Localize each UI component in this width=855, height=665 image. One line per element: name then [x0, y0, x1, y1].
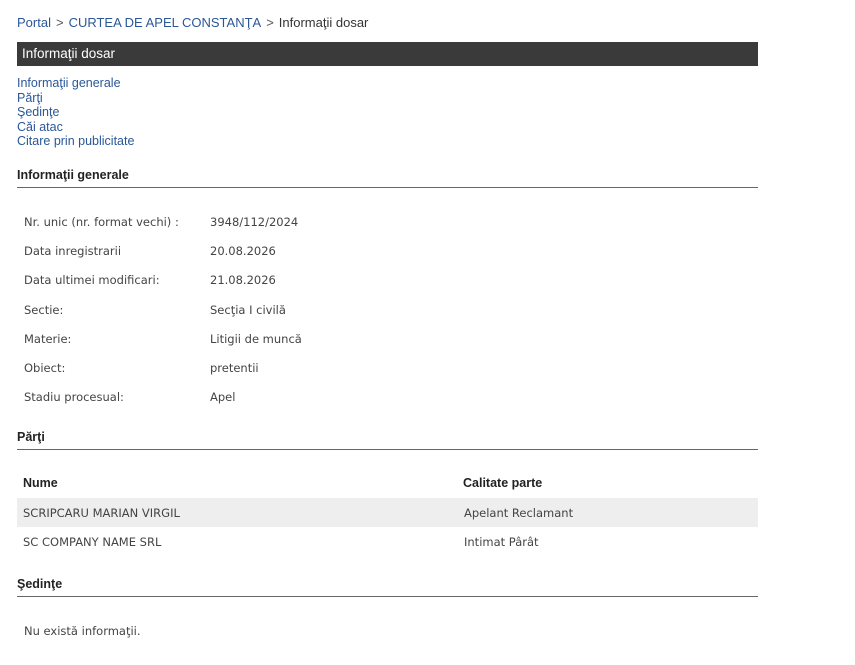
- info-label: Sectie:: [24, 302, 64, 317]
- page-title: Informaţii dosar: [22, 46, 116, 61]
- info-label: Obiect:: [24, 361, 66, 376]
- nav-link-citare-prin-publicitate[interactable]: Citare prin publicitate: [17, 134, 134, 149]
- info-value: Secţia I civilă: [210, 302, 286, 317]
- nav-link-parti[interactable]: Părţi: [17, 91, 134, 106]
- info-value: pretentii: [210, 361, 259, 376]
- column-header-nume: Nume: [23, 476, 58, 490]
- info-row-stadiu-procesual: Stadiu procesual: Apel: [17, 383, 510, 412]
- section-nav: Informaţii generale Părţi Şedinţe Căi at…: [17, 76, 134, 149]
- page-title-bar: Informaţii dosar: [17, 42, 758, 66]
- breadcrumb: Portal > CURTEA DE APEL CONSTANŢA > Informaţ…: [17, 15, 368, 30]
- page: Portal > CURTEA DE APEL CONSTANŢA > Informaţ…: [0, 0, 855, 665]
- table-row: SC COMPANY NAME SRL Intimat Pârât: [17, 527, 758, 556]
- party-name: SCRIPCARU MARIAN VIRGIL: [23, 505, 180, 520]
- info-row-nr-unic: Nr. unic (nr. format vechi) : 3948/112/2…: [17, 207, 510, 236]
- info-value: Apel: [210, 390, 236, 405]
- info-row-materie: Materie: Litigii de muncă: [17, 324, 510, 353]
- breadcrumb-separator: >: [55, 15, 64, 30]
- section-title-parti: Părţi: [17, 430, 758, 450]
- party-name: SC COMPANY NAME SRL: [23, 534, 162, 549]
- section-title-sedinte: Şedinţe: [17, 577, 758, 597]
- nav-link-cai-atac[interactable]: Căi atac: [17, 120, 134, 135]
- sedinte-empty-message: Nu există informaţii.: [24, 624, 141, 638]
- table-row: SCRIPCARU MARIAN VIRGIL Apelant Reclaman…: [17, 498, 758, 527]
- info-row-data-inregistrarii: Data inregistrarii 20.08.2026: [17, 236, 510, 265]
- breadcrumb-portal-link[interactable]: Portal: [17, 15, 51, 30]
- info-label: Data ultimei modificari:: [24, 273, 160, 288]
- breadcrumb-separator: >: [266, 15, 274, 30]
- info-label: Data inregistrarii: [24, 243, 122, 258]
- breadcrumb-court-link[interactable]: CURTEA DE APEL CONSTANŢA: [69, 15, 262, 30]
- info-label: Nr. unic (nr. format vechi) :: [24, 214, 179, 229]
- section-title-general: Informaţii generale: [17, 168, 758, 188]
- nav-link-sedinte[interactable]: Şedinţe: [17, 105, 134, 120]
- info-label: Materie:: [24, 331, 72, 346]
- info-row-data-ultimei-modificari: Data ultimei modificari: 21.08.2026: [17, 266, 510, 295]
- party-role: Apelant Reclamant: [464, 505, 574, 520]
- info-value: Litigii de muncă: [210, 331, 302, 346]
- info-row-sectie: Sectie: Secţia I civilă: [17, 295, 510, 324]
- info-value: 21.08.2026: [210, 273, 276, 288]
- info-row-obiect: Obiect: pretentii: [17, 353, 510, 382]
- party-role: Intimat Pârât: [464, 534, 539, 549]
- parti-table: Nume Calitate parte SCRIPCARU MARIAN VIR…: [17, 468, 758, 556]
- breadcrumb-current: Informaţii dosar: [278, 15, 369, 30]
- nav-link-informatii-generale[interactable]: Informaţii generale: [17, 76, 134, 91]
- info-label: Stadiu procesual:: [24, 390, 124, 405]
- info-value: 20.08.2026: [210, 243, 276, 258]
- info-value: 3948/112/2024: [210, 214, 299, 229]
- general-info-table: Nr. unic (nr. format vechi) : 3948/112/2…: [17, 207, 510, 412]
- table-header: Nume Calitate parte: [17, 468, 758, 498]
- column-header-calitate-parte: Calitate parte: [463, 476, 543, 490]
